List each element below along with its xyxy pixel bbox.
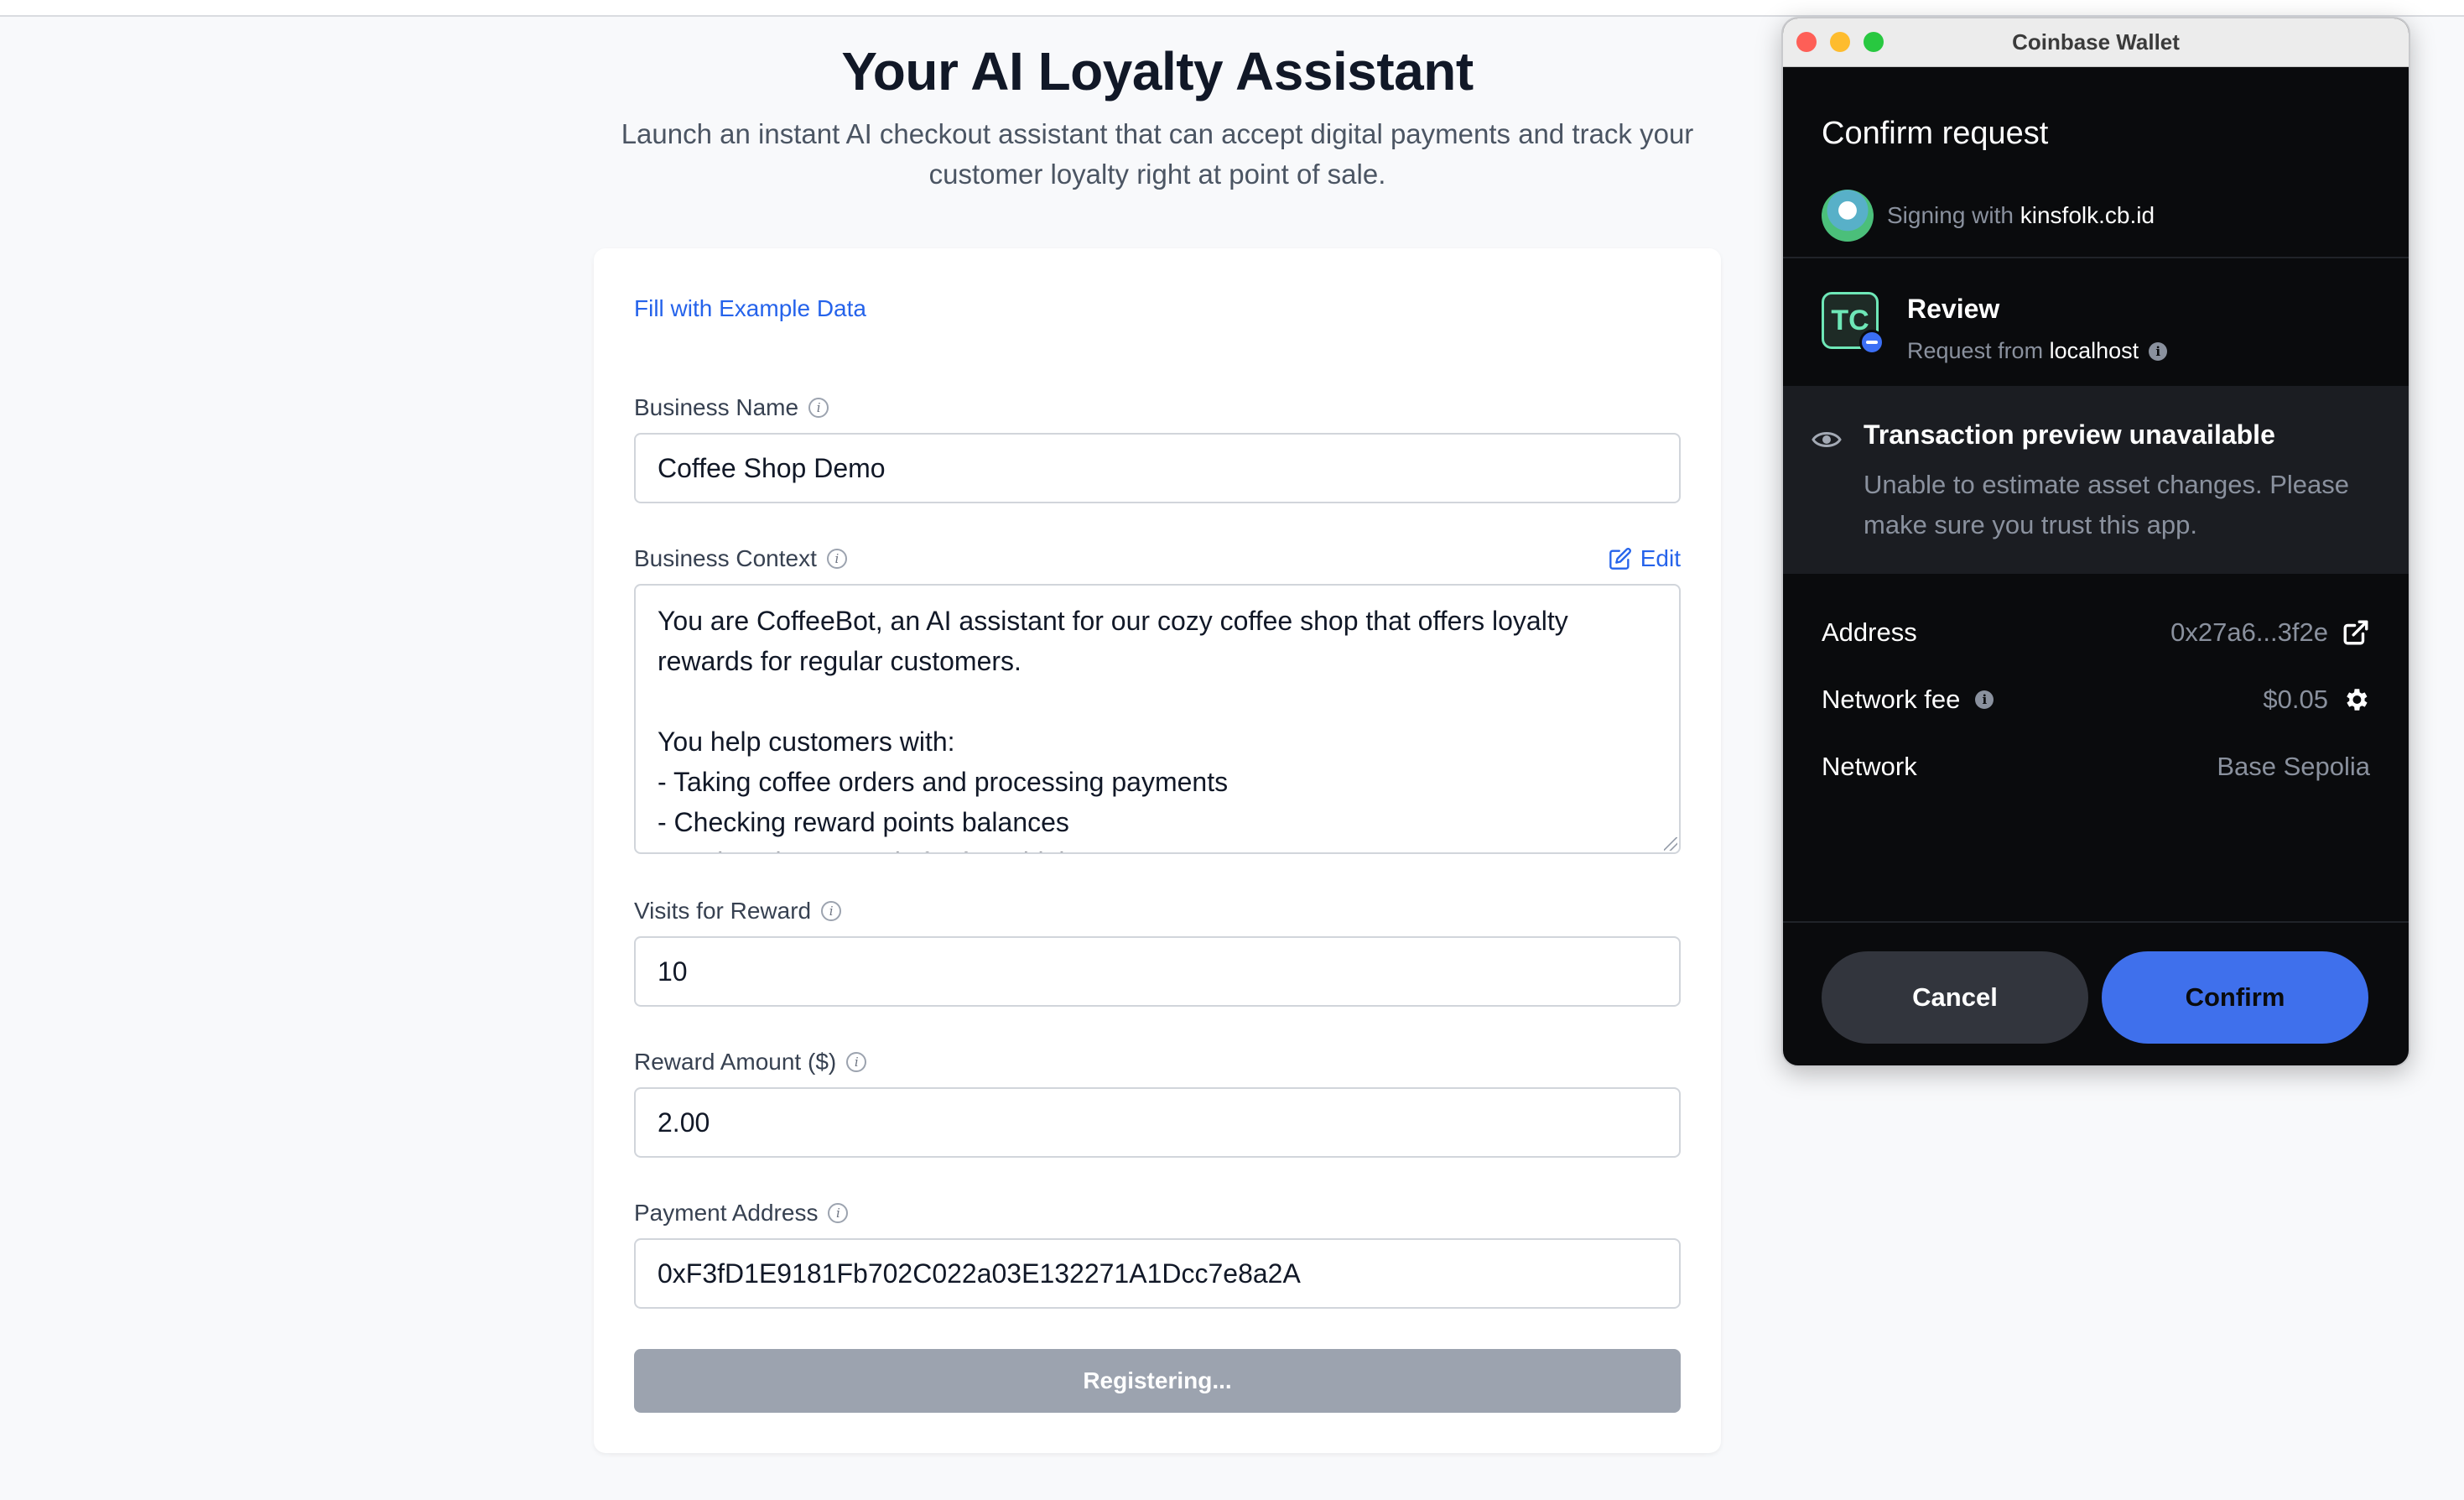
reward-amount-input[interactable]: 2.00: [634, 1087, 1681, 1158]
business-name-label-text: Business Name: [634, 394, 799, 420]
edit-label: Edit: [1640, 545, 1681, 571]
business-name-input[interactable]: Coffee Shop Demo: [634, 433, 1681, 503]
signing-account: kinsfolk.cb.id: [2020, 202, 2155, 228]
cancel-button[interactable]: Cancel: [1822, 951, 2088, 1044]
network-value: Base Sepolia: [2217, 752, 2370, 781]
registration-form-card: Fill with Example Data Business Name i C…: [594, 248, 1721, 1453]
info-icon[interactable]: i: [826, 549, 847, 569]
visits-for-reward-value: 10: [658, 956, 688, 987]
network-fee-value: $0.05: [2263, 685, 2328, 714]
network-fee-label: Network fee: [1822, 685, 1961, 714]
business-context-textarea[interactable]: You are CoffeeBot, an AI assistant for o…: [634, 584, 1681, 854]
textarea-resize-handle[interactable]: [1664, 837, 1677, 851]
business-context-label: Business Context i: [634, 545, 847, 572]
address-value-row: 0x27a6...3f2e: [2170, 617, 2370, 648]
visits-for-reward-input[interactable]: 10: [634, 936, 1681, 1007]
divider: [1783, 921, 2409, 923]
close-window-button[interactable]: [1796, 32, 1817, 52]
network-fee-label-row: Network fee i: [1822, 685, 1994, 715]
business-name-value: Coffee Shop Demo: [658, 452, 886, 483]
window-title: Coinbase Wallet: [2012, 29, 2180, 55]
visits-for-reward-label-text: Visits for Reward: [634, 898, 812, 924]
signing-account-row: Signing with kinsfolk.cb.id: [1822, 190, 2155, 242]
address-label: Address: [1822, 617, 1917, 647]
register-button[interactable]: Registering...: [634, 1349, 1681, 1413]
address-value: 0x27a6...3f2e: [2170, 617, 2328, 647]
confirm-button[interactable]: Confirm: [2102, 951, 2368, 1044]
window-controls: [1796, 32, 1884, 52]
business-context-label-text: Business Context: [634, 545, 817, 571]
page-title: Your AI Loyalty Assistant: [841, 41, 1474, 102]
info-icon[interactable]: i: [808, 398, 829, 418]
app-logo: TC: [1822, 292, 1884, 355]
edit-icon: [1609, 548, 1631, 570]
preview-title: Transaction preview unavailable: [1864, 419, 2275, 450]
reward-amount-label-text: Reward Amount ($): [634, 1049, 837, 1075]
review-row: TC Review Request from localhost i: [1822, 292, 2168, 364]
business-name-label: Business Name i: [634, 394, 829, 421]
network-label: Network: [1822, 752, 1917, 781]
info-icon[interactable]: i: [1975, 690, 1994, 709]
reward-amount-value: 2.00: [658, 1107, 710, 1138]
gear-icon[interactable]: [2342, 685, 2370, 714]
info-icon[interactable]: i: [846, 1052, 867, 1072]
edit-context-button[interactable]: Edit: [1609, 545, 1681, 572]
visits-for-reward-label: Visits for Reward i: [634, 898, 842, 924]
info-icon[interactable]: i: [2149, 341, 2168, 361]
browser-top-edge: [0, 0, 2464, 17]
payment-address-label-text: Payment Address: [634, 1200, 819, 1226]
confirm-request-heading: Confirm request: [1822, 116, 2049, 151]
divider: [1783, 257, 2409, 258]
request-from-host: localhost: [2049, 338, 2139, 363]
reward-amount-label: Reward Amount ($) i: [634, 1049, 867, 1076]
eye-icon: [1812, 432, 1842, 447]
payment-address-input[interactable]: 0xF3fD1E9181Fb702C022a03E132271A1Dcc7e8a…: [634, 1238, 1681, 1309]
review-title: Review: [1907, 294, 2000, 324]
maximize-window-button[interactable]: [1864, 32, 1884, 52]
info-icon[interactable]: i: [828, 1203, 849, 1223]
payment-address-value: 0xF3fD1E9181Fb702C022a03E132271A1Dcc7e8a…: [658, 1258, 1301, 1289]
minus-badge-icon: [1859, 330, 1884, 355]
preview-description: Unable to estimate asset changes. Please…: [1864, 470, 2350, 539]
minimize-window-button[interactable]: [1830, 32, 1850, 52]
account-avatar: [1822, 190, 1874, 242]
coinbase-wallet-window: Coinbase Wallet Confirm request Signing …: [1781, 17, 2410, 1067]
network-fee-value-row: $0.05: [2263, 685, 2370, 715]
page-subtitle: Launch an instant AI checkout assistant …: [621, 118, 1694, 190]
transaction-preview-panel: Transaction preview unavailable Unable t…: [1783, 386, 2409, 574]
request-from-prefix: Request from: [1907, 338, 2044, 363]
signing-prefix: Signing with: [1887, 202, 2014, 228]
external-link-icon[interactable]: [2342, 618, 2370, 647]
payment-address-label: Payment Address i: [634, 1200, 849, 1227]
window-titlebar[interactable]: Coinbase Wallet: [1783, 18, 2409, 67]
info-icon[interactable]: i: [821, 901, 842, 921]
fill-example-data-link[interactable]: Fill with Example Data: [634, 295, 866, 322]
request-origin: Request from localhost i: [1907, 338, 2168, 364]
